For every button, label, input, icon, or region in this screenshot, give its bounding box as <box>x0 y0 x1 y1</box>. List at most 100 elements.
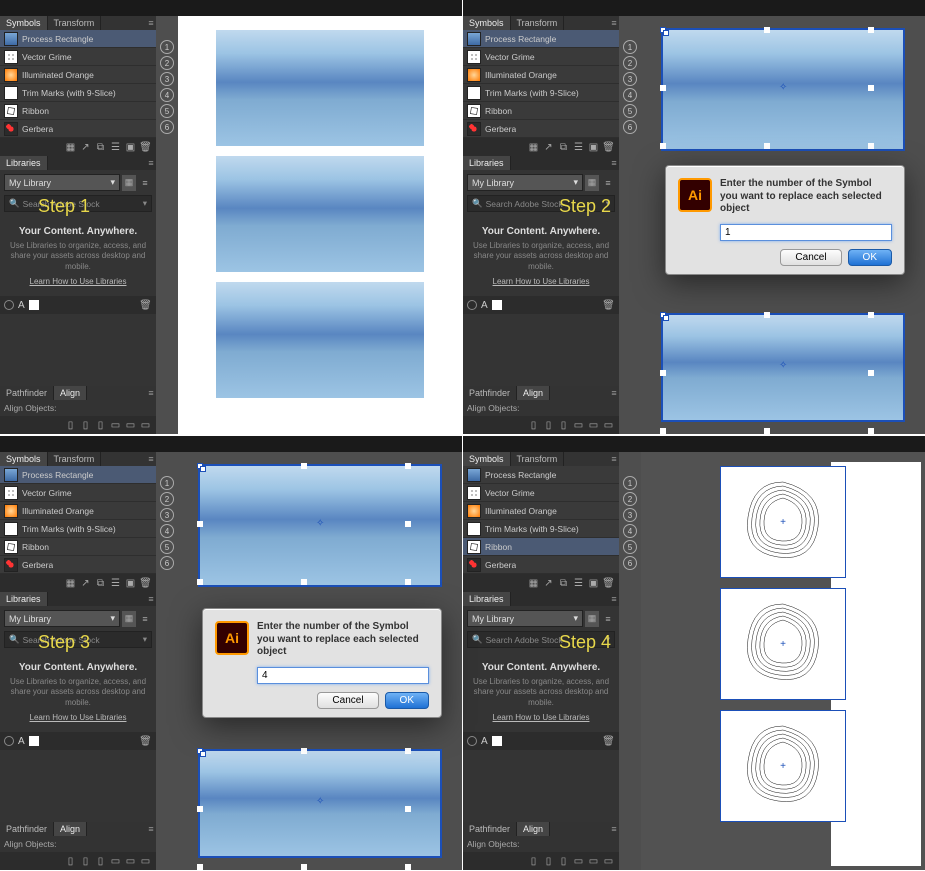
list-view-icon[interactable]: ≡ <box>601 175 615 191</box>
align-hcenter-icon[interactable]: ▯ <box>79 855 92 868</box>
trash-icon[interactable]: 🗑 <box>139 735 152 748</box>
align-bottom-icon[interactable]: ▭ <box>139 855 152 868</box>
align-bottom-icon[interactable]: ▭ <box>602 855 615 868</box>
grid-view-icon[interactable]: ▦ <box>122 175 136 191</box>
align-vcenter-icon[interactable]: ▭ <box>124 855 137 868</box>
place-symbol-icon[interactable]: ↗ <box>79 141 92 154</box>
panel-menu-icon[interactable]: ≡ <box>146 157 156 169</box>
symbol-library-icon[interactable]: ▦ <box>527 577 540 590</box>
symbol-instance[interactable] <box>216 30 424 146</box>
grid-view-icon[interactable]: ▦ <box>122 611 136 627</box>
tab-libraries[interactable]: Libraries <box>463 592 511 606</box>
character-style-icon[interactable]: A <box>18 736 25 747</box>
symbol-library-icon[interactable]: ▦ <box>527 141 540 154</box>
tab-align[interactable]: Align <box>517 822 550 836</box>
tab-transform[interactable]: Transform <box>48 16 102 30</box>
symbol-row-trim-marks[interactable]: Trim Marks (with 9-Slice) <box>0 520 156 538</box>
align-top-icon[interactable]: ▭ <box>109 419 122 432</box>
break-link-icon[interactable]: ⧉ <box>557 577 570 590</box>
library-selector[interactable]: My Library▾ <box>4 610 120 627</box>
align-top-icon[interactable]: ▭ <box>572 855 585 868</box>
dialog-number-input[interactable] <box>720 224 892 241</box>
symbol-row-vector-grime[interactable]: Vector Grime <box>0 484 156 502</box>
new-symbol-icon[interactable]: ▣ <box>124 577 137 590</box>
delete-symbol-icon[interactable]: 🗑 <box>139 577 152 590</box>
library-selector[interactable]: My Library▾ <box>467 610 583 627</box>
panel-menu-icon[interactable]: ≡ <box>146 387 156 399</box>
place-symbol-icon[interactable]: ↗ <box>79 577 92 590</box>
tab-align[interactable]: Align <box>517 386 550 400</box>
symbol-row-process-rectangle[interactable]: Process Rectangle <box>0 30 156 48</box>
align-vcenter-icon[interactable]: ▭ <box>587 855 600 868</box>
grid-view-icon[interactable]: ▦ <box>585 175 599 191</box>
symbol-instance-selected[interactable]: ✧ <box>200 466 440 585</box>
tab-transform[interactable]: Transform <box>48 452 102 466</box>
ribbon-symbol-instance[interactable]: + <box>720 710 846 822</box>
list-view-icon[interactable]: ≡ <box>138 175 152 191</box>
graphic-asset-icon[interactable] <box>492 736 502 746</box>
symbol-options-icon[interactable]: ☰ <box>572 577 585 590</box>
break-link-icon[interactable]: ⧉ <box>94 141 107 154</box>
list-view-icon[interactable]: ≡ <box>601 611 615 627</box>
graphic-asset-icon[interactable] <box>29 736 39 746</box>
symbol-instance-selected[interactable]: ✧ <box>663 30 903 149</box>
align-left-icon[interactable]: ▯ <box>64 855 77 868</box>
symbol-options-icon[interactable]: ☰ <box>109 141 122 154</box>
tab-libraries[interactable]: Libraries <box>0 156 48 170</box>
symbol-row-trim-marks[interactable]: Trim Marks (with 9-Slice) <box>463 84 619 102</box>
tab-pathfinder[interactable]: Pathfinder <box>463 822 517 836</box>
library-selector[interactable]: My Library▾ <box>467 174 583 191</box>
tab-pathfinder[interactable]: Pathfinder <box>463 386 517 400</box>
break-link-icon[interactable]: ⧉ <box>94 577 107 590</box>
symbol-options-icon[interactable]: ☰ <box>572 141 585 154</box>
symbol-row-illuminated-orange[interactable]: Illuminated Orange <box>0 502 156 520</box>
tab-symbols[interactable]: Symbols <box>0 16 48 30</box>
symbol-row-process-rectangle[interactable]: Process Rectangle <box>463 30 619 48</box>
symbol-instance[interactable] <box>216 282 424 398</box>
symbol-row-illuminated-orange[interactable]: Illuminated Orange <box>0 66 156 84</box>
tab-pathfinder[interactable]: Pathfinder <box>0 386 54 400</box>
symbol-library-icon[interactable]: ▦ <box>64 577 77 590</box>
symbol-instance-selected[interactable]: ✧ <box>663 315 903 420</box>
align-top-icon[interactable]: ▭ <box>109 855 122 868</box>
symbol-instance-selected[interactable]: ✧ <box>200 751 440 856</box>
tab-symbols[interactable]: Symbols <box>463 452 511 466</box>
align-bottom-icon[interactable]: ▭ <box>139 419 152 432</box>
tab-align[interactable]: Align <box>54 386 87 400</box>
tab-pathfinder[interactable]: Pathfinder <box>0 822 54 836</box>
trash-icon[interactable]: 🗑 <box>139 299 152 312</box>
symbol-row-gerbera[interactable]: Gerbera <box>0 556 156 574</box>
artboard[interactable]: + + + <box>641 452 925 870</box>
graphic-asset-icon[interactable] <box>492 300 502 310</box>
trash-icon[interactable]: 🗑 <box>602 299 615 312</box>
ok-button[interactable]: OK <box>385 692 429 709</box>
panel-menu-icon[interactable]: ≡ <box>609 387 619 399</box>
align-right-icon[interactable]: ▯ <box>94 419 107 432</box>
delete-symbol-icon[interactable]: 🗑 <box>602 577 615 590</box>
libraries-promo-link[interactable]: Learn How to Use Libraries <box>30 713 127 722</box>
panel-menu-icon[interactable]: ≡ <box>146 453 156 465</box>
library-selector[interactable]: My Library ▾ <box>4 174 120 191</box>
character-style-icon[interactable]: A <box>481 300 488 311</box>
libraries-promo-link[interactable]: Learn How to Use Libraries <box>493 277 590 286</box>
symbol-row-illuminated-orange[interactable]: Illuminated Orange <box>463 502 619 520</box>
tab-align[interactable]: Align <box>54 822 87 836</box>
symbol-row-ribbon[interactable]: Ribbon <box>463 102 619 120</box>
tab-symbols[interactable]: Symbols <box>0 452 48 466</box>
symbol-row-vector-grime[interactable]: Vector Grime <box>0 48 156 66</box>
delete-symbol-icon[interactable]: 🗑 <box>139 141 152 154</box>
tab-transform[interactable]: Transform <box>511 16 565 30</box>
new-symbol-icon[interactable]: ▣ <box>587 141 600 154</box>
align-right-icon[interactable]: ▯ <box>557 855 570 868</box>
symbol-row-gerbera[interactable]: Gerbera <box>0 120 156 138</box>
align-bottom-icon[interactable]: ▭ <box>602 419 615 432</box>
align-hcenter-icon[interactable]: ▯ <box>542 855 555 868</box>
symbol-row-process-rectangle[interactable]: Process Rectangle <box>463 466 619 484</box>
symbol-row-ribbon[interactable]: Ribbon <box>0 538 156 556</box>
symbol-row-illuminated-orange[interactable]: Illuminated Orange <box>463 66 619 84</box>
symbol-row-vector-grime[interactable]: Vector Grime <box>463 484 619 502</box>
delete-symbol-icon[interactable]: 🗑 <box>602 141 615 154</box>
align-hcenter-icon[interactable]: ▯ <box>79 419 92 432</box>
symbol-row-process-rectangle[interactable]: Process Rectangle <box>0 466 156 484</box>
panel-menu-icon[interactable]: ≡ <box>609 593 619 605</box>
